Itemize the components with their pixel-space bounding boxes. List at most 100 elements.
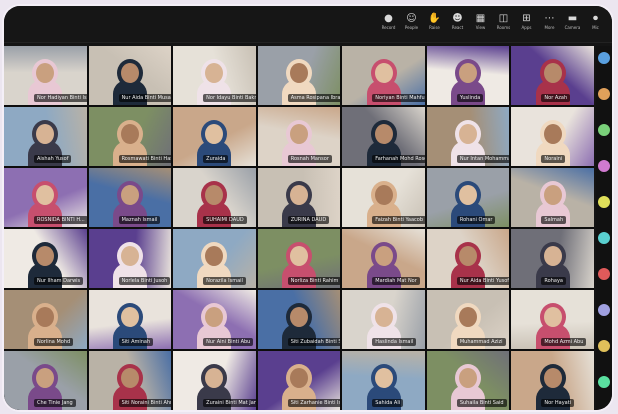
participant-tile[interactable]: Norazila Ismail✕ xyxy=(173,229,256,288)
participant-tile[interactable]: Nur Aini Binti Abu✕ xyxy=(173,290,256,349)
avatar[interactable] xyxy=(598,268,610,280)
participant-tile[interactable]: Nur Aida Binti Yusof✕ xyxy=(426,229,510,288)
view-icon: ▦ xyxy=(475,13,486,24)
record-icon: ● xyxy=(384,13,393,24)
participant-name: Yuslinda xyxy=(456,94,484,102)
meeting-toolbar: ● Record ☺ People ✋ Raise ☻ React ▦ View ◫ Rooms ⊞ Ap… xyxy=(4,6,612,43)
participant-tile[interactable]: Norliza Binti Rahim✕ xyxy=(257,229,341,288)
toolbar-mic-button[interactable]: ⏺ Mic xyxy=(585,12,606,38)
participant-name: Nur Ilham Darwis xyxy=(34,277,84,285)
toolbar-label: Apps xyxy=(521,25,532,30)
participant-tile[interactable]: ZURINA DAUD✕ xyxy=(257,168,341,227)
participant-tile[interactable]: Siti Zarhanie Binti Ismail✕ xyxy=(257,351,341,410)
participant-tile[interactable]: Norlela Binti Jusoh✕ xyxy=(88,229,172,288)
toolbar-view-button[interactable]: ▦ View xyxy=(470,12,491,38)
participant-tile[interactable]: Yuslinda✕ xyxy=(426,46,510,105)
toolbar-controls: ● Record ☺ People ✋ Raise ☻ React ▦ View ◫ Rooms ⊞ Ap… xyxy=(378,12,606,38)
participant-tile[interactable]: Nor Hadiyan Binti Ismail✕ xyxy=(4,46,87,105)
participant-name: ZURINA DAUD xyxy=(287,216,330,224)
mic-icon: ⏺ xyxy=(593,13,598,24)
toolbar-label: Record xyxy=(381,25,396,30)
toolbar-raise-hand-button[interactable]: ✋ Raise xyxy=(424,12,445,38)
participant-tile[interactable]: Norlina Mohd✕ xyxy=(4,290,87,349)
participant-tile[interactable]: Rosnah Mansor✕ xyxy=(257,107,341,166)
participant-sidebar[interactable] xyxy=(596,46,612,410)
participant-tile[interactable]: Zuraida✕ xyxy=(173,107,256,166)
avatar[interactable] xyxy=(598,88,610,100)
participant-name: Norliza Binti Rahim xyxy=(287,277,341,285)
participant-tile[interactable]: Mohd Azmi Abu✕ xyxy=(511,290,594,349)
participant-name: Norazila Ismail xyxy=(203,277,246,285)
avatar[interactable] xyxy=(598,196,610,208)
participant-name: Salmah xyxy=(541,216,567,224)
participant-name: Nur Aini Binti Abu xyxy=(203,338,254,346)
toolbar-people-button[interactable]: ☺ People xyxy=(401,12,422,38)
participant-tile[interactable]: ROSNIDA BINTI H...✕ xyxy=(4,168,87,227)
react-icon: ☻ xyxy=(452,13,463,24)
participant-tile[interactable]: Rohaya✕ xyxy=(511,229,594,288)
participant-name: Zuraida xyxy=(203,155,229,163)
participant-tile[interactable]: Nor Hayati✕ xyxy=(511,351,594,410)
participant-tile[interactable]: Noriyan Binti Mahfudz✕ xyxy=(342,46,425,105)
avatar[interactable] xyxy=(598,52,610,64)
participant-tile[interactable]: Mardiah Mat Nor✕ xyxy=(342,229,425,288)
participant-tile[interactable]: Haslinda Ismail✕ xyxy=(342,290,425,349)
toolbar-more-button[interactable]: ⋯ More xyxy=(539,12,560,38)
participant-tile[interactable]: SUHAIMI DAUD✕ xyxy=(173,168,256,227)
participant-name: ROSNIDA BINTI H... xyxy=(34,216,87,224)
participant-tile[interactable]: Farhanah Mohd Rosdi✕ xyxy=(342,107,425,166)
avatar[interactable] xyxy=(598,376,610,388)
toolbar-label: Raise xyxy=(429,25,440,30)
participant-name: Muhammad Azizi xyxy=(456,338,506,346)
participant-tile[interactable]: Noraini✕ xyxy=(511,107,594,166)
toolbar-rooms-button[interactable]: ◫ Rooms xyxy=(493,12,514,38)
participant-tile[interactable]: Aishah Yusof✕ xyxy=(4,107,87,166)
participant-tile[interactable]: Muhammad Azizi✕ xyxy=(426,290,510,349)
participant-tile[interactable]: Sahida Ali✕ xyxy=(342,351,425,410)
rooms-icon: ◫ xyxy=(498,13,509,24)
apps-icon: ⊞ xyxy=(522,13,531,24)
participant-name: Mohd Azmi Abu xyxy=(541,338,587,346)
participant-name: Che Tinie Jang xyxy=(34,399,76,407)
participant-tile[interactable]: Asma Rosipana Ibrahim✕ xyxy=(257,46,341,105)
participant-tile[interactable]: Zuraini Binti Mat Jan✕ xyxy=(173,351,256,410)
avatar[interactable] xyxy=(598,304,610,316)
people-icon: ☺ xyxy=(406,13,417,24)
participant-tile[interactable]: Faizah Binti Yaacob✕ xyxy=(342,168,425,227)
participant-tile[interactable]: Salmah✕ xyxy=(511,168,594,227)
participant-tile[interactable]: Suhaila Binti Said✕ xyxy=(426,351,510,410)
participant-tile[interactable]: Siti Noraini Binti Ahmad✕ xyxy=(88,351,172,410)
participant-name: Siti Noraini Binti Ahmad xyxy=(118,399,172,407)
avatar[interactable] xyxy=(598,124,610,136)
participant-tile[interactable]: Nur Intan Mohammad✕ xyxy=(426,107,510,166)
participant-tile[interactable]: Che Tinie Jang✕ xyxy=(4,351,87,410)
participant-tile[interactable]: Nor Idayu Binti Bakri✕ xyxy=(173,46,256,105)
participant-tile[interactable]: Nur Aida Binti Musa✕ xyxy=(88,46,172,105)
participant-name: Nur Aida Binti Yusof xyxy=(456,277,510,285)
participant-name: Nor Hadiyan Binti Ismail xyxy=(34,94,87,102)
participant-tile[interactable]: Maznah Ismail✕ xyxy=(88,168,172,227)
toolbar-apps-button[interactable]: ⊞ Apps xyxy=(516,12,537,38)
toolbar-record-button[interactable]: ● Record xyxy=(378,12,399,38)
participant-tile[interactable]: Rosmawati Binti Hassan✕ xyxy=(88,107,172,166)
participant-name: Siti Zarhanie Binti Ismail xyxy=(287,399,341,407)
toolbar-react-button[interactable]: ☻ React xyxy=(447,12,468,38)
avatar[interactable] xyxy=(598,160,610,172)
participant-tile[interactable]: Siti Zubaidah Binti Salleh✕ xyxy=(257,290,341,349)
participant-tile[interactable]: Siti Aminah✕ xyxy=(88,290,172,349)
participant-tile[interactable]: Rohani Omar✕ xyxy=(426,168,510,227)
participant-tile[interactable]: Nor Azah✕ xyxy=(511,46,594,105)
participant-name: Nor Hayati xyxy=(541,399,575,407)
toolbar-label: Rooms xyxy=(496,25,511,30)
toolbar-label: React xyxy=(451,25,464,30)
toolbar-camera-button[interactable]: ▬ Camera xyxy=(562,12,583,38)
avatar[interactable] xyxy=(598,232,610,244)
avatar[interactable] xyxy=(598,340,610,352)
participant-tile[interactable]: Nur Ilham Darwis✕ xyxy=(4,229,87,288)
camera-icon: ▬ xyxy=(567,13,578,24)
toolbar-label: More xyxy=(544,25,555,30)
